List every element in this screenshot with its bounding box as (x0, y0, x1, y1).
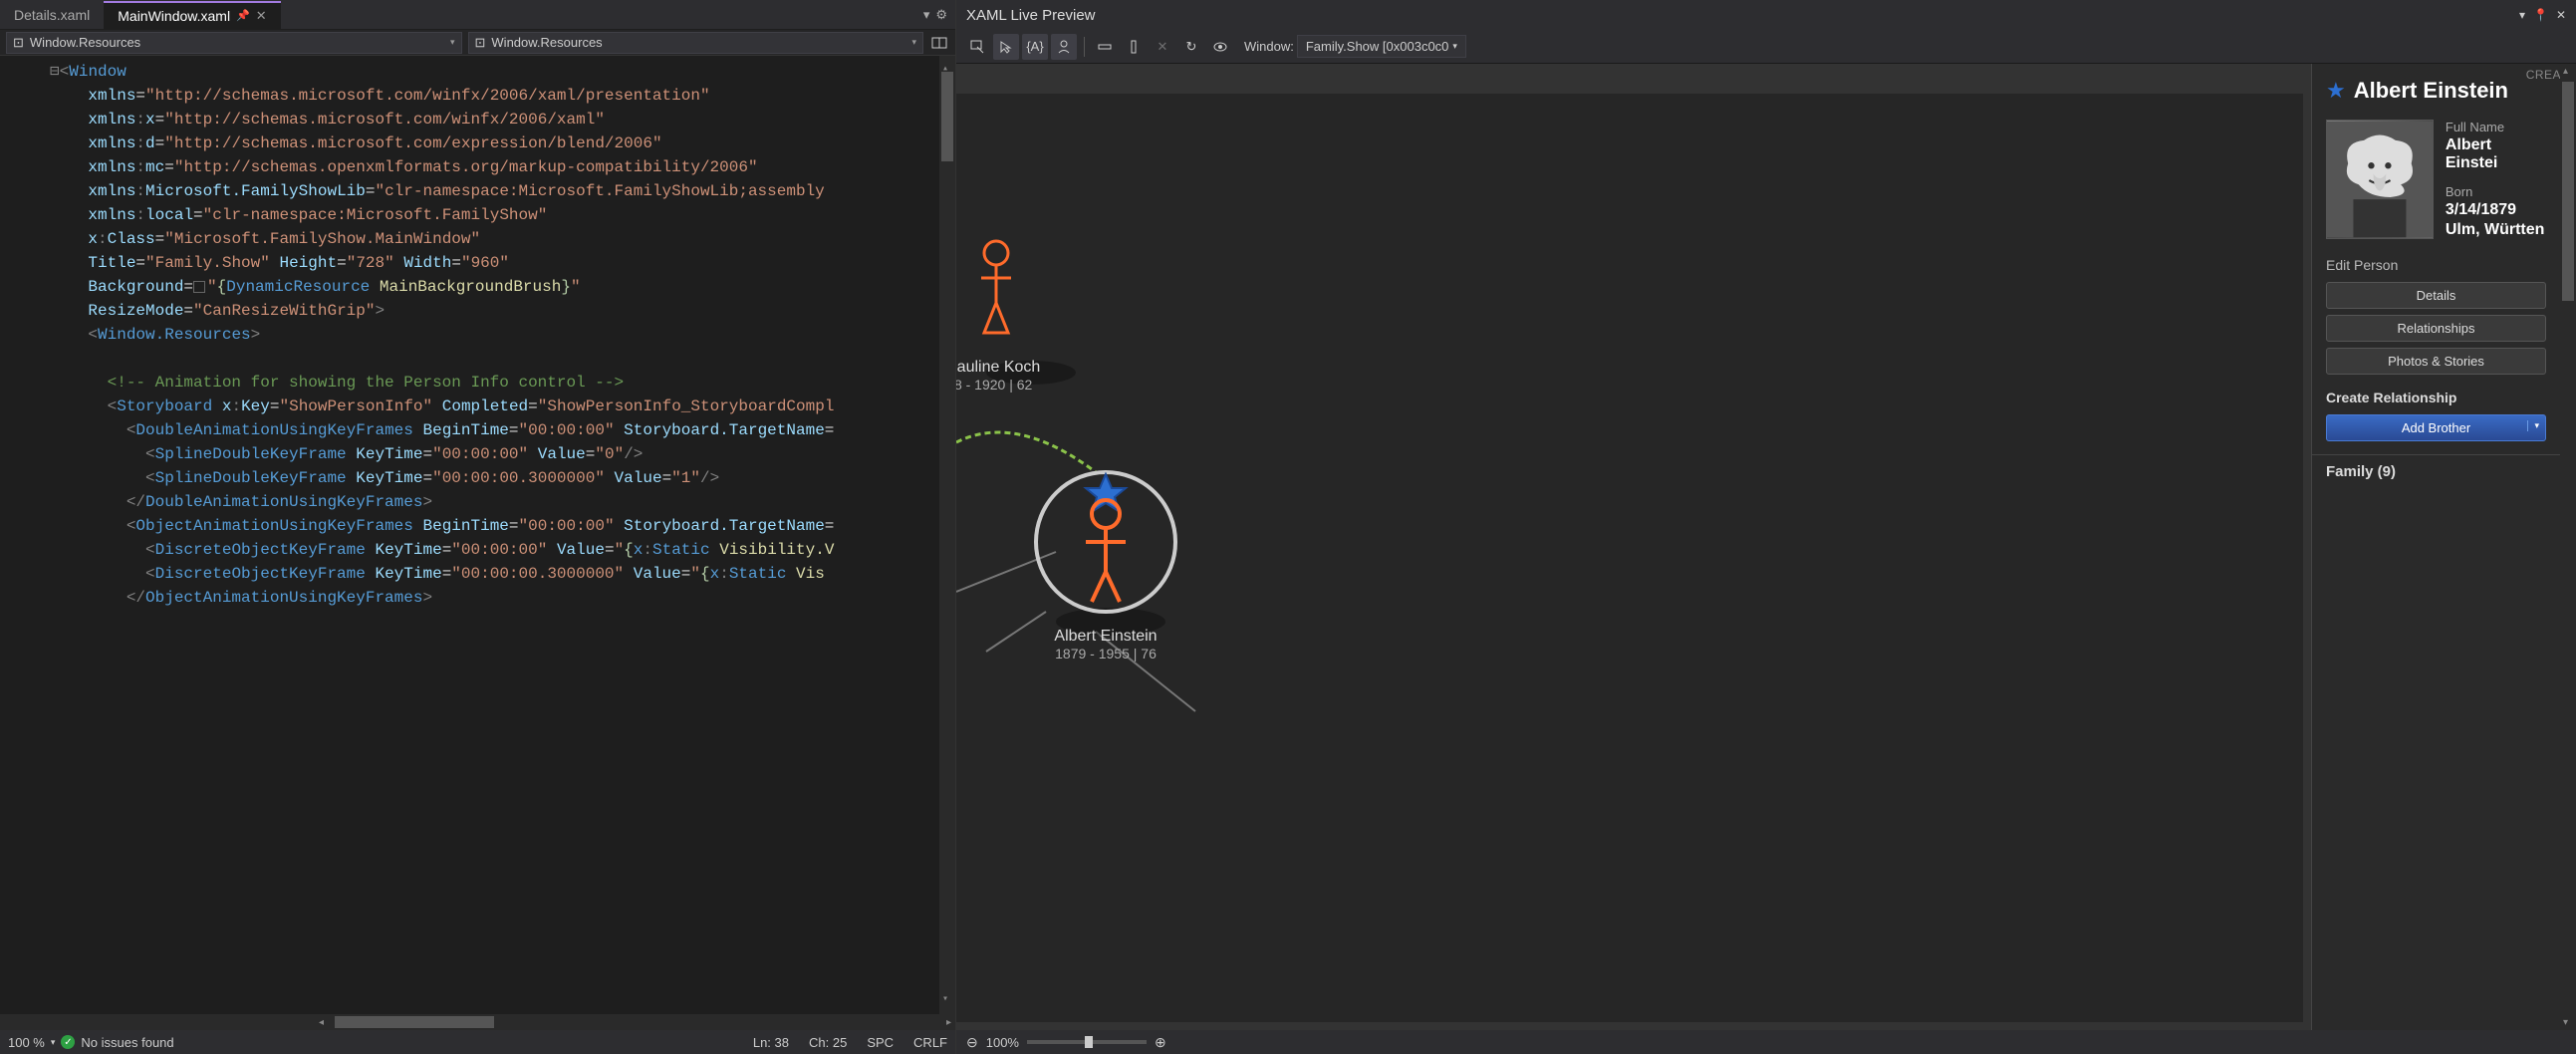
refresh-button[interactable]: ↻ (1178, 34, 1204, 60)
person-node-albert[interactable]: Albert Einstein 1879 - 1955 | 76 (1026, 462, 1185, 661)
photos-stories-button[interactable]: Photos & Stories (2326, 348, 2546, 375)
person-button[interactable] (1051, 34, 1077, 60)
pin-icon[interactable]: 📌 (236, 9, 250, 22)
chevron-down-icon[interactable]: ▾ (2519, 8, 2525, 22)
char-number[interactable]: Ch: 25 (809, 1035, 847, 1050)
panel-scrollbar[interactable]: ▴ ▾ (2560, 64, 2576, 1030)
line-number[interactable]: Ln: 38 (753, 1035, 789, 1050)
nav-scope-right[interactable]: ⊡ Window.Resources ▾ (468, 32, 924, 54)
window-value: Family.Show [0x003c0c0 (1306, 39, 1449, 54)
split-editor-button[interactable] (929, 33, 949, 53)
tab-details[interactable]: Details.xaml (0, 2, 104, 28)
scope-icon: ⊡ (475, 35, 486, 51)
chevron-down-icon: ▾ (911, 37, 916, 48)
person-node-pauline[interactable]: Pauline Koch 8 - 1920 | 62 (956, 233, 1040, 393)
person-title: Albert Einstein (2354, 78, 2508, 104)
gear-icon[interactable]: ⚙ (935, 7, 947, 23)
ruler-v-button[interactable] (1121, 34, 1147, 60)
navigation-bar: ⊡ Window.Resources ▾ ⊡ Window.Resources … (0, 30, 955, 56)
preview-title: XAML Live Preview (966, 7, 1096, 24)
zoom-level[interactable]: 100 % (8, 1035, 45, 1050)
chevron-down-icon[interactable]: ▾ (923, 7, 930, 23)
zoom-out-icon[interactable]: ⊖ (966, 1034, 978, 1051)
zoom-slider[interactable] (1027, 1040, 1147, 1044)
chevron-down-icon: ▾ (450, 37, 455, 48)
preview-zoom[interactable]: 100% (986, 1035, 1019, 1050)
born-place: Ulm, Württen (2446, 221, 2546, 239)
tab-label: MainWindow.xaml (118, 8, 230, 24)
add-brother-button[interactable]: Add Brother ▾ (2326, 414, 2546, 441)
relationships-button[interactable]: Relationships (2326, 315, 2546, 342)
pin-icon[interactable]: 📍 (2533, 8, 2548, 22)
disabled-button: ✕ (1150, 34, 1175, 60)
check-icon: ✓ (61, 1035, 75, 1049)
nav-text: Window.Resources (30, 35, 140, 50)
issues-text[interactable]: No issues found (81, 1035, 173, 1050)
select-element-button[interactable] (993, 34, 1019, 60)
person-name: Albert Einstein (1026, 628, 1185, 646)
nav-scope-left[interactable]: ⊡ Window.Resources ▾ (6, 32, 462, 54)
preview-viewport[interactable]: CREAT Pauline Koch (956, 64, 2576, 1030)
code-editor[interactable]: ▴ ▾ ⊟<Window xmlns="http://schemas.micro… (0, 56, 955, 1014)
chevron-down-icon[interactable]: ▾ (2527, 420, 2539, 431)
indent-mode[interactable]: SPC (867, 1035, 894, 1050)
window-label: Window: (1244, 39, 1294, 54)
chevron-down-icon[interactable]: ▾ (51, 1037, 56, 1048)
preview-toolbar: {A} ✕ ↻ Window: Family.Show [0x003c0c0 ▾ (956, 30, 2576, 64)
edit-section-label: Edit Person (2326, 257, 2546, 273)
portrait-image[interactable] (2326, 120, 2434, 239)
app-surface[interactable]: Pauline Koch 8 - 1920 | 62 ein | 70 (956, 94, 2303, 1022)
star-icon: ★ (2326, 78, 2346, 104)
add-brother-label: Add Brother (2402, 420, 2470, 435)
window-selector[interactable]: Family.Show [0x003c0c0 ▾ (1297, 35, 1466, 58)
nav-text: Window.Resources (491, 35, 602, 50)
editor-status-bar: 100 % ▾ ✓ No issues found Ln: 38 Ch: 25 … (0, 1030, 955, 1054)
close-icon[interactable]: ✕ (256, 8, 267, 24)
braces-button[interactable]: {A} (1022, 34, 1048, 60)
zoom-in-icon[interactable]: ⊕ (1155, 1034, 1166, 1051)
tab-mainwindow[interactable]: MainWindow.xaml 📌 ✕ (104, 1, 280, 29)
eye-button[interactable] (1207, 34, 1233, 60)
preview-title-bar: XAML Live Preview ▾ 📍 ✕ (956, 0, 2576, 30)
scope-icon: ⊡ (13, 35, 24, 51)
person-detail-panel: ★ Albert Einstein (2311, 64, 2560, 1030)
born-date: 3/14/1879 (2446, 201, 2546, 219)
close-icon[interactable]: ✕ (2556, 8, 2566, 22)
person-years: 1879 - 1955 | 76 (1026, 646, 1185, 661)
document-tabs: Details.xaml MainWindow.xaml 📌 ✕ ▾ ⚙ (0, 0, 955, 30)
born-label: Born (2446, 184, 2546, 199)
tab-label: Details.xaml (14, 7, 90, 23)
inspect-button[interactable] (964, 34, 990, 60)
person-name: Pauline Koch (956, 359, 1040, 377)
ruler-h-button[interactable] (1092, 34, 1118, 60)
create-section-label: Create Relationship (2326, 390, 2546, 405)
preview-status-bar: ⊖ 100% ⊕ (956, 1030, 2576, 1054)
family-section-header[interactable]: Family (9) (2312, 454, 2560, 488)
fullname-label: Full Name (2446, 120, 2546, 134)
line-ending[interactable]: CRLF (913, 1035, 947, 1050)
fullname-value: Albert Einstei (2446, 136, 2546, 172)
vertical-scrollbar[interactable]: ▴ ▾ (939, 56, 955, 1014)
horizontal-scrollbar[interactable]: ◂ ▸ (0, 1014, 955, 1030)
code-content: ⊟<Window xmlns="http://schemas.microsoft… (0, 56, 955, 614)
details-button[interactable]: Details (2326, 282, 2546, 309)
person-years: 8 - 1920 | 62 (956, 377, 1040, 393)
